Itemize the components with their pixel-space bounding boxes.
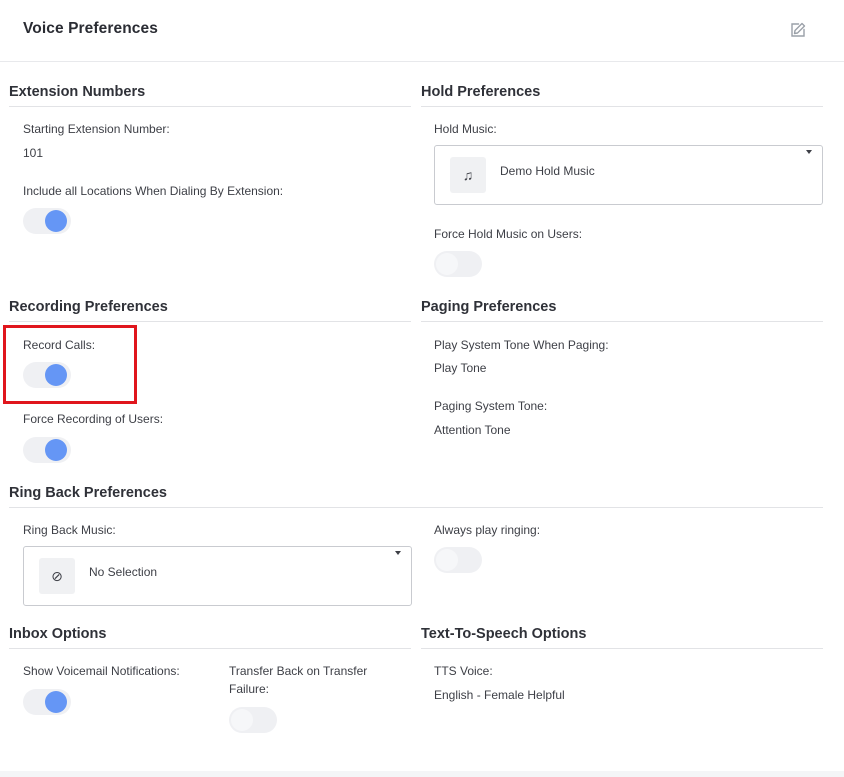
force-hold-music-toggle[interactable] [434, 251, 482, 277]
play-system-tone-label: Play System Tone When Paging: [434, 338, 609, 352]
transfer-back-label-line-1: Transfer Back on Transfer [229, 664, 368, 678]
include-locations-label: Include all Locations When Dialing By Ex… [23, 184, 284, 198]
hold-music-value: Demo Hold Music [500, 164, 595, 178]
tts-voice-label: TTS Voice: [434, 664, 493, 678]
section-title-inbox: Inbox Options [9, 626, 411, 649]
section-title-ringback: Ring Back Preferences [9, 485, 823, 508]
chevron-down-icon [395, 551, 401, 555]
always-play-ringing-toggle[interactable] [434, 547, 482, 573]
toggle-knob [436, 253, 458, 275]
tts-voice-value: English - Female Helpful [434, 688, 565, 702]
section-title-tts: Text-To-Speech Options [421, 626, 823, 649]
section-title-paging: Paging Preferences [421, 299, 823, 322]
footer-divider [0, 771, 844, 777]
hold-music-label: Hold Music: [434, 122, 497, 136]
chevron-down-icon [806, 150, 812, 154]
always-play-ringing-label: Always play ringing: [434, 523, 541, 537]
paging-system-tone-label: Paging System Tone: [434, 399, 548, 413]
hold-music-select[interactable]: ♫ Demo Hold Music [434, 145, 823, 205]
starting-extension-value: 101 [23, 146, 44, 160]
no-selection-icon: ⊘ [39, 558, 75, 594]
toggle-knob [45, 439, 67, 461]
section-title-recording: Recording Preferences [9, 299, 411, 322]
toggle-knob [45, 210, 67, 232]
ring-back-music-label: Ring Back Music: [23, 523, 116, 537]
include-locations-toggle[interactable] [23, 208, 71, 234]
page-header: Voice Preferences [0, 0, 844, 62]
ring-back-music-value: No Selection [89, 565, 158, 579]
transfer-back-label-line-2: Failure: [229, 682, 270, 696]
page-title: Voice Preferences [23, 20, 158, 37]
toggle-knob [436, 549, 458, 571]
section-title-hold: Hold Preferences [421, 84, 823, 107]
music-note-icon: ♫ [450, 157, 486, 193]
paging-system-tone-value: Attention Tone [434, 423, 511, 437]
section-title-extension: Extension Numbers [9, 84, 411, 107]
force-recording-label: Force Recording of Users: [23, 412, 164, 426]
transfer-back-toggle[interactable] [229, 707, 277, 733]
voicemail-notifications-label: Show Voicemail Notifications: [23, 664, 180, 678]
play-system-tone-value: Play Tone [434, 361, 487, 375]
force-hold-music-label: Force Hold Music on Users: [434, 227, 583, 241]
starting-extension-label: Starting Extension Number: [23, 122, 170, 136]
toggle-knob [45, 691, 67, 713]
voicemail-notifications-toggle[interactable] [23, 689, 71, 715]
transfer-back-label: Transfer Back on Transfer Failure: [229, 662, 367, 698]
edit-icon[interactable] [789, 21, 807, 39]
ring-back-music-select[interactable]: ⊘ No Selection [23, 546, 412, 606]
highlight-box [3, 325, 137, 404]
force-recording-toggle[interactable] [23, 437, 71, 463]
toggle-knob [231, 709, 253, 731]
